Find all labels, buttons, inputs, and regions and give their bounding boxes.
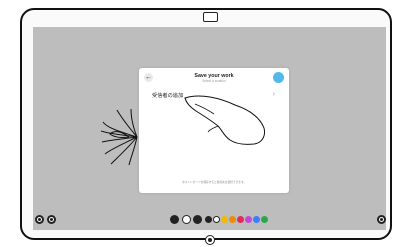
undo-button[interactable] — [35, 215, 44, 224]
exit-icon — [379, 217, 384, 222]
home-button[interactable] — [205, 235, 215, 245]
pen-tool-button[interactable] — [182, 215, 191, 224]
dialog-footnote: ホワイトボードを保存すると保存先を選択できます。 — [181, 181, 247, 184]
sunflower-doodle-icon — [101, 108, 138, 166]
redo-button[interactable] — [47, 215, 56, 224]
color-swatch[interactable] — [253, 216, 260, 223]
add-recipient-label: 受信者の追加 — [152, 93, 184, 99]
color-swatch[interactable] — [237, 216, 244, 223]
undo-icon — [37, 217, 42, 222]
hand-pointer-icon — [184, 95, 265, 145]
camera-icon — [203, 12, 218, 22]
dialog-subtitle: Select a location — [202, 79, 226, 83]
color-swatch[interactable] — [213, 216, 220, 223]
redo-icon — [49, 217, 54, 222]
color-swatch[interactable] — [205, 216, 212, 223]
confirm-button[interactable] — [273, 72, 284, 83]
eraser-tool-button[interactable] — [193, 215, 202, 224]
color-swatch[interactable] — [229, 216, 236, 223]
exit-button[interactable] — [377, 215, 386, 224]
color-swatch[interactable] — [261, 216, 268, 223]
drawing-toolbar — [170, 215, 268, 225]
undo-tool-button[interactable] — [170, 215, 179, 224]
chevron-right-icon: › — [272, 91, 275, 98]
color-swatch[interactable] — [221, 216, 228, 223]
color-swatch[interactable] — [245, 216, 252, 223]
